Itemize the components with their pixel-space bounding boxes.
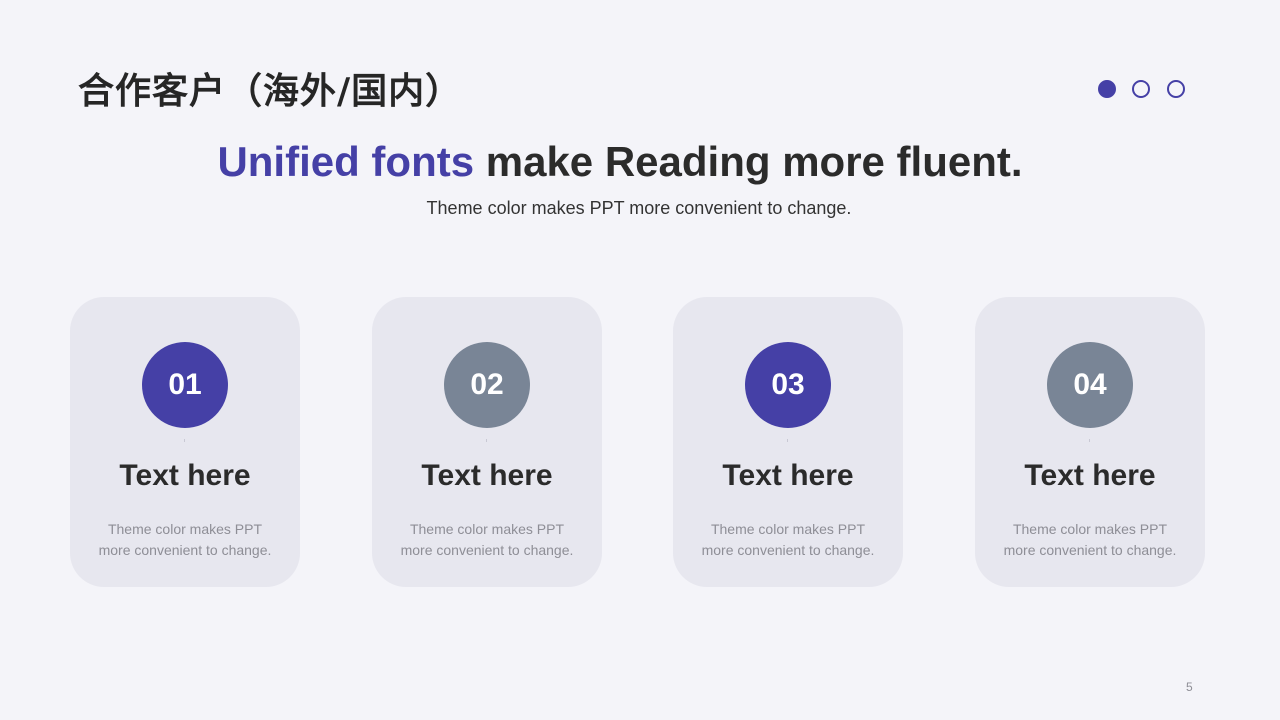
card-description-line: Theme color makes PPT [409,521,565,537]
card-description-line: more convenient to change. [1003,542,1177,558]
slide-pager [1098,80,1190,102]
headline-accent: Unified fonts [217,138,475,185]
card-title: Text here [1024,459,1156,492]
pager-dot-1[interactable] [1098,80,1116,98]
card-description-line: Theme color makes PPT [107,521,263,537]
card-title: Text here [722,459,854,492]
card-number-badge: 03 [745,342,831,428]
divider [184,439,185,442]
feature-card-2: 02 Text here Theme color makes PPT more … [372,297,602,587]
feature-card-4: 04 Text here Theme color makes PPT more … [975,297,1205,587]
card-description: Theme color makes PPT more convenient to… [688,519,888,561]
divider [486,439,487,442]
slide: 合作客户（海外/国内） Unified fonts make Reading m… [0,0,1280,720]
feature-card-3: 03 Text here Theme color makes PPT more … [673,297,903,587]
card-description-line: Theme color makes PPT [710,521,866,537]
card-description-line: more convenient to change. [400,542,574,558]
divider [787,439,788,442]
card-number-badge: 01 [142,342,228,428]
subheadline: Theme color makes PPT more convenient to… [426,198,852,218]
divider [1089,439,1090,442]
page-title: 合作客户（海外/国内） [78,71,463,112]
card-number-badge: 04 [1047,342,1133,428]
pager-dot-3[interactable] [1167,80,1185,98]
page-number: 5 [1186,680,1193,694]
card-description: Theme color makes PPT more convenient to… [990,519,1190,561]
card-number-badge: 02 [444,342,530,428]
card-title: Text here [119,459,251,492]
card-description-line: more convenient to change. [701,542,875,558]
card-description: Theme color makes PPT more convenient to… [387,519,587,561]
headline-rest: make Reading more fluent. [474,138,1023,185]
card-description-line: Theme color makes PPT [1012,521,1168,537]
card-description: Theme color makes PPT more convenient to… [85,519,285,561]
pager-dot-2[interactable] [1132,80,1150,98]
feature-card-1: 01 Text here Theme color makes PPT more … [70,297,300,587]
card-title: Text here [421,459,553,492]
card-description-line: more convenient to change. [98,542,272,558]
headline: Unified fonts make Reading more fluent. [0,138,1240,186]
